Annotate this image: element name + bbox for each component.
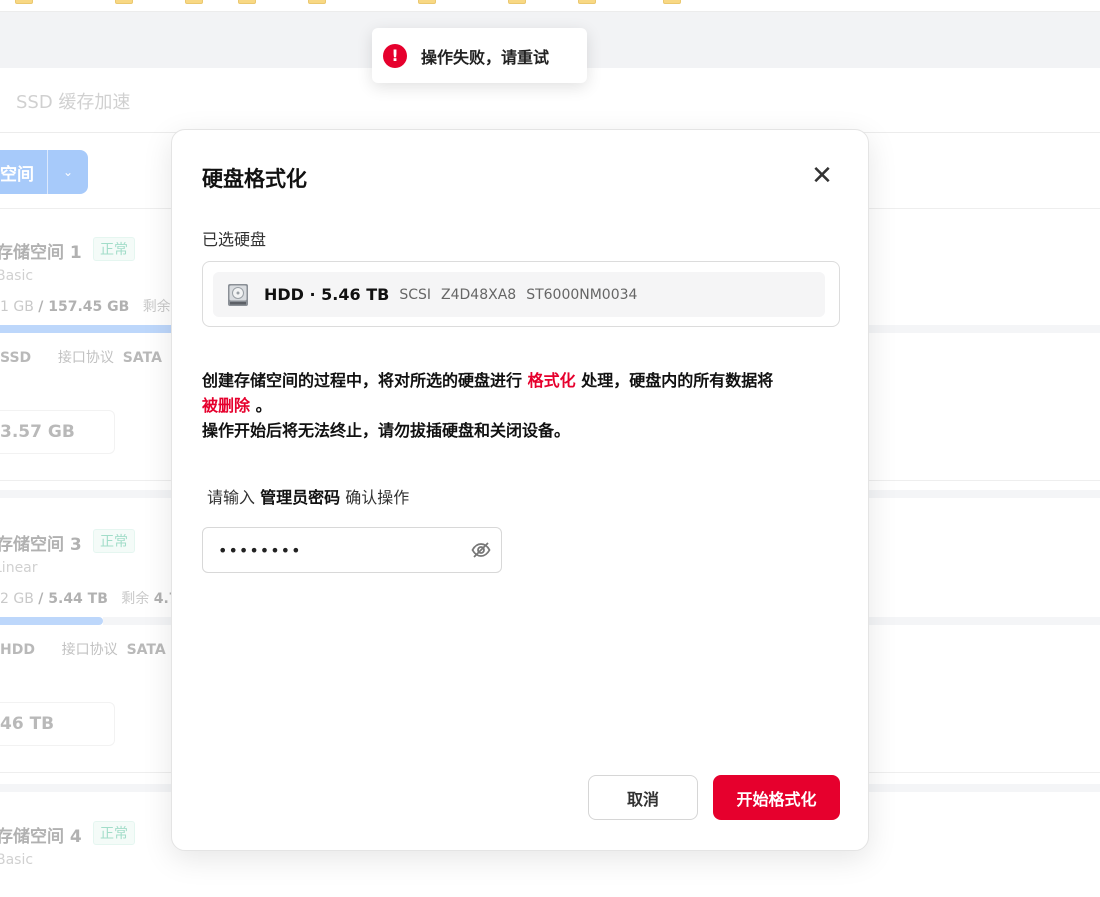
folder-icon[interactable] [578, 0, 596, 4]
delete-highlight: 被删除 [202, 396, 251, 415]
status-badge: 正常 [93, 237, 135, 261]
error-icon: ! [383, 43, 407, 68]
folder-icon[interactable] [508, 0, 526, 4]
disk-info-line: SSD 接口协议 SATA [0, 350, 162, 366]
format-disk-dialog: 硬盘格式化 ✕ 已选硬盘 HDD · 5.46 TB SCSI Z4D48XA8… [171, 129, 869, 851]
admin-password-input[interactable] [218, 540, 458, 560]
selected-disk-label: 已选硬盘 [202, 230, 267, 249]
format-warning: 创建存储空间的过程中，将对所选的硬盘进行 格式化 处理，硬盘内的所有数据将 被删… [202, 371, 774, 440]
usage-bar [0, 325, 175, 333]
usage-bar [0, 617, 103, 625]
eye-off-icon[interactable] [471, 540, 491, 560]
pool-name: 存储空间 1 [0, 243, 82, 263]
disk-info-line: HDD 接口协议 SATA [0, 642, 166, 658]
capacity-box: 46 TB [0, 702, 115, 746]
status-badge: 正常 [93, 529, 135, 553]
selected-disk-box: HDD · 5.46 TB SCSI Z4D48XA8 ST6000NM0034 [202, 261, 840, 327]
password-prompt: 请输入 管理员密码 确认操作 [207, 488, 410, 507]
bookmark-bar [0, 0, 1100, 12]
disk-summary: HDD · 5.46 TB [264, 285, 390, 304]
pool-type: Basic [0, 268, 34, 284]
cancel-button[interactable]: 取消 [588, 775, 698, 820]
disk-serial: Z4D48XA8 [441, 286, 517, 303]
pool-name: 存储空间 3 [0, 535, 82, 555]
close-icon[interactable]: ✕ [808, 162, 836, 190]
status-badge: 正常 [93, 821, 135, 845]
disk-interface: SCSI [399, 286, 432, 303]
create-pool-split-button[interactable]: 空间 ⌄ [0, 150, 88, 194]
tab-ssd-cache[interactable]: SSD 缓存加速 [16, 88, 130, 114]
folder-icon[interactable] [418, 0, 436, 4]
error-toast: ! 操作失败，请重试 [372, 28, 587, 83]
dialog-title: 硬盘格式化 [202, 167, 307, 191]
format-highlight: 格式化 [527, 371, 576, 390]
chevron-down-icon[interactable]: ⌄ [48, 165, 88, 179]
pool-usage: 1 GB / 157.45 GB 剩余 [0, 299, 171, 315]
toast-message: 操作失败，请重试 [421, 47, 550, 67]
pool-usage: 2 GB / 5.44 TB 剩余 4.7 [0, 591, 179, 607]
pool-type: Linear [0, 560, 38, 576]
start-format-button[interactable]: 开始格式化 [713, 775, 840, 820]
folder-icon[interactable] [663, 0, 681, 4]
folder-icon[interactable] [15, 0, 33, 4]
admin-password-field[interactable] [202, 527, 502, 573]
capacity-box: 3.57 GB [0, 410, 115, 454]
pool-name: 存储空间 4 [0, 827, 82, 847]
folder-icon[interactable] [185, 0, 203, 4]
pool-type: Basic [0, 852, 34, 868]
disk-item: HDD · 5.46 TB SCSI Z4D48XA8 ST6000NM0034 [213, 272, 825, 317]
folder-icon[interactable] [308, 0, 326, 4]
hdd-icon [228, 283, 248, 306]
create-pool-button[interactable]: 空间 [0, 160, 47, 185]
folder-icon[interactable] [115, 0, 133, 4]
disk-model: ST6000NM0034 [526, 286, 638, 303]
folder-icon[interactable] [238, 0, 256, 4]
